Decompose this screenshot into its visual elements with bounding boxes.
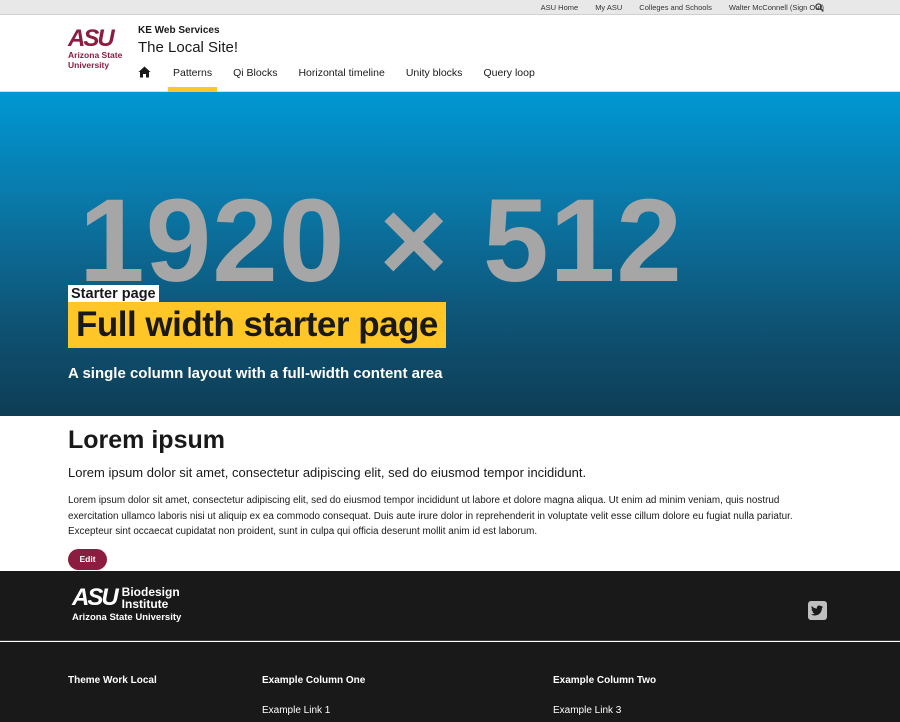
main-nav: Patterns Qi Blocks Horizontal timeline U…: [138, 61, 556, 92]
footer-link[interactable]: Example Link 1: [262, 705, 330, 716]
nav-item-query-loop[interactable]: Query loop: [483, 61, 534, 92]
nav-item-horizontal-timeline[interactable]: Horizontal timeline: [298, 61, 384, 92]
site-title[interactable]: The Local Site!: [138, 39, 238, 56]
footer-column-title[interactable]: Example Column One: [262, 675, 365, 686]
nav-item-unity-blocks[interactable]: Unity blocks: [406, 61, 463, 92]
utility-bar: ASU Home My ASU Colleges and Schools Wal…: [0, 0, 900, 15]
footer-column-title: Theme Work Local: [68, 675, 157, 686]
utility-links: ASU Home My ASU Colleges and Schools Wal…: [524, 0, 824, 15]
hero-subtitle: A single column layout with a full-width…: [68, 365, 443, 382]
footer-university-name: Arizona State University: [72, 612, 182, 623]
edit-button[interactable]: Edit: [68, 549, 107, 570]
parent-unit-link[interactable]: KE Web Services: [138, 25, 220, 36]
colleges-schools-link[interactable]: Colleges and Schools: [639, 0, 712, 15]
asu-logo-mark: ASU: [68, 25, 115, 52]
home-nav-item[interactable]: [138, 61, 152, 92]
footer-link[interactable]: Example Link 3: [553, 705, 621, 716]
nav-item-patterns[interactable]: Patterns: [167, 61, 218, 92]
hero-eyebrow: Starter page: [68, 285, 159, 303]
hero-placeholder-text: 1920 × 512: [79, 175, 683, 307]
my-asu-link[interactable]: My ASU: [595, 0, 622, 15]
asu-logo[interactable]: ASU Arizona State University: [68, 25, 130, 78]
asu-logo-name: Arizona State University: [68, 50, 123, 70]
lead-paragraph: Lorem ipsum dolor sit amet, consectetur …: [68, 465, 587, 480]
footer-column-title[interactable]: Example Column Two: [553, 675, 656, 686]
footer-logo[interactable]: ASU Biodesign Institute Arizona State Un…: [72, 584, 182, 624]
footer-asu-mark: ASU: [72, 584, 119, 611]
nav-item-qi-blocks[interactable]: Qi Blocks: [233, 61, 277, 92]
footer-logo-row: ASU Biodesign Institute Arizona State Un…: [0, 571, 900, 641]
sign-out-link[interactable]: Walter McConnell (Sign Out): [729, 0, 824, 15]
content-heading: Lorem ipsum: [68, 426, 225, 454]
home-icon: [138, 66, 151, 78]
twitter-icon[interactable]: [808, 601, 827, 620]
hero-title: Full width starter page: [68, 302, 446, 348]
asu-home-link[interactable]: ASU Home: [541, 0, 579, 15]
hero-banner: 1920 × 512 Starter page Full width start…: [0, 92, 900, 416]
footer-unit-name: Biodesign Institute: [121, 585, 180, 611]
body-paragraph: Lorem ipsum dolor sit amet, consectetur …: [68, 495, 793, 537]
search-icon[interactable]: [815, 3, 824, 12]
global-header: ASU Arizona State University KE Web Serv…: [0, 15, 900, 92]
footer-columns: Theme Work Local Example Column One Exam…: [0, 642, 900, 722]
